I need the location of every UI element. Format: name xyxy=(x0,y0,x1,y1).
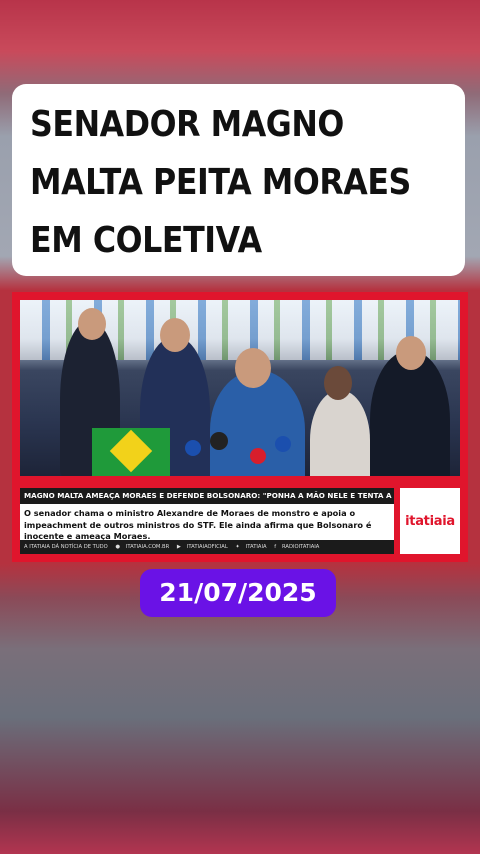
news-frame: MAGNO MALTA AMEAÇA MORAES E DEFENDE BOLS… xyxy=(12,292,468,562)
youtube-instagram-icon: ▶ xyxy=(176,544,181,550)
itatiaia-logo: itatiaia xyxy=(405,513,455,529)
globe-icon: ● xyxy=(115,544,120,550)
headline-line-3: EM COLETIVA xyxy=(30,220,262,261)
headline-line-1: SENADOR MAGNO xyxy=(30,104,344,145)
date-badge: 21/07/2025 xyxy=(140,569,336,617)
twitter-icon: ✦ xyxy=(235,544,240,550)
news-footer: A ITATIAIA DÁ NOTÍCIA DE TUDO ● ITATIAIA.… xyxy=(20,540,394,554)
person-head xyxy=(396,336,426,370)
footer-twitter: ITATIAIA xyxy=(245,544,267,550)
person-head xyxy=(78,308,106,340)
microphone xyxy=(210,432,228,450)
headline-card: SENADOR MAGNO MALTA PEITA MORAES EM COLE… xyxy=(12,84,465,276)
microphone xyxy=(185,440,201,456)
headline-line-2: MALTA PEITA MORAES xyxy=(30,162,411,203)
person-silhouette xyxy=(310,390,370,476)
footer-facebook: RADIOITATIAIA xyxy=(282,544,320,550)
facebook-icon: f xyxy=(274,544,277,550)
news-title: MAGNO MALTA AMEAÇA MORAES E DEFENDE BOLS… xyxy=(20,488,394,504)
footer-instagram: ITATIAIAOFICIAL xyxy=(186,544,228,550)
brand-box: itatiaia xyxy=(400,488,460,554)
microphone xyxy=(275,436,291,452)
news-body: O senador chama o ministro Alexandre de … xyxy=(24,508,372,541)
microphone xyxy=(250,448,266,464)
footer-tagline: A ITATIAIA DÁ NOTÍCIA DE TUDO xyxy=(24,544,108,550)
person-head xyxy=(324,366,352,400)
footer-site: ITATIAIA.COM.BR xyxy=(125,544,170,550)
news-lower-third: MAGNO MALTA AMEAÇA MORAES E DEFENDE BOLS… xyxy=(20,488,394,554)
person-head xyxy=(160,318,190,352)
speaker-head xyxy=(235,348,271,388)
press-conference-image xyxy=(20,300,460,476)
